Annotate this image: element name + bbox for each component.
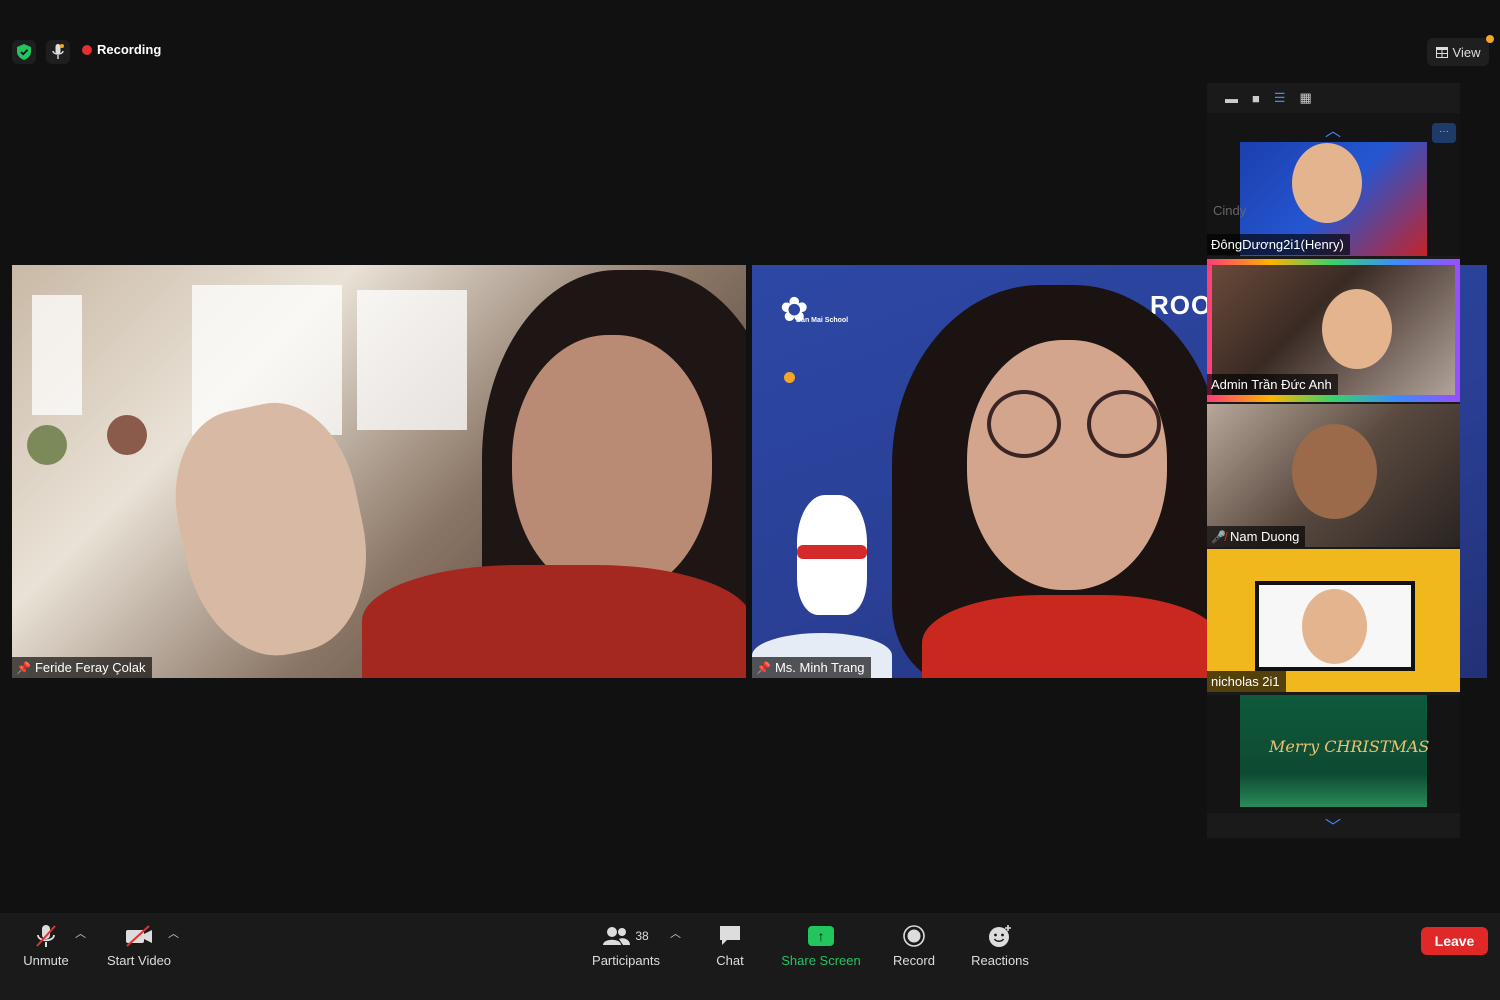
security-shield-icon[interactable] [12,40,36,64]
recording-label: Recording [97,42,162,57]
recording-indicator[interactable]: Recording [82,42,161,57]
participant-name: Nam Duong [1229,529,1300,544]
participant-name: Feride Feray Çolak [34,660,146,675]
share-screen-icon: ↑ [808,926,834,946]
gallery-tile[interactable]: 🎤̸ Nam Duong [1207,404,1460,547]
participant-name-tag: 🎤̸ Nam Duong [1207,526,1306,547]
unmute-label: Unmute [23,953,69,968]
student-figure [107,415,147,455]
start-video-label: Start Video [106,953,172,968]
glasses-left [987,390,1061,458]
minimize-view-icon[interactable]: ▬ [1225,91,1238,106]
reactions-button[interactable]: Reactions [968,913,1032,1000]
top-status-bar: Recording View [0,0,1500,90]
audio-options-caret-icon[interactable]: ︿ [75,925,86,941]
gallery-tile[interactable]: nicholas 2i1 [1207,549,1460,692]
strip-view-options: ▬ ■ ☰ ▦ [1207,83,1460,113]
gallery-tile-active-speaker[interactable]: Admin Trần Đức Anh [1207,259,1460,402]
record-button[interactable]: Record [888,913,940,1000]
reactions-label: Reactions [971,953,1029,968]
gallery-view-icon[interactable]: ▦ [1300,90,1312,106]
bear-scarf [797,545,867,559]
decor-orb [784,372,795,383]
scroll-up-icon[interactable]: ︿ [1325,117,1341,141]
leave-button[interactable]: Leave [1421,927,1488,955]
participant-face [1292,424,1377,519]
single-view-icon[interactable]: ■ [1252,91,1260,106]
participant-name: nicholas 2i1 [1211,674,1280,689]
school-logo-icon: ✿ [780,291,809,329]
participant-name-tag: 📌 Feride Feray Çolak [12,657,152,678]
recording-dot-icon [82,44,92,55]
participants-label: Participants [592,953,660,968]
share-screen-button[interactable]: ↑ Share Screen [778,913,864,1000]
strip-view-icon[interactable]: ☰ [1274,90,1286,106]
reactions-smiley-icon [988,919,1012,953]
audio-status-icon[interactable] [46,40,70,64]
speaker-face [967,340,1167,590]
share-screen-label: Share Screen [781,953,861,968]
video-options-caret-icon[interactable]: ︿ [168,925,179,941]
participants-icon: 38 [603,919,649,953]
glasses-right [1087,390,1161,458]
record-icon [903,919,925,953]
participant-face [1292,143,1362,223]
unmute-button[interactable]: Unmute [20,913,72,1000]
muted-mic-icon: 🎤̸ [1211,529,1226,544]
meeting-toolbar: Unmute ︿ Start Video ︿ 38 Participants ︿… [0,913,1500,1000]
scroll-down-icon[interactable]: ﹀ [1325,813,1341,837]
gallery-strip: ▬ ■ ☰ ▦ ĐôngDương2i1(Henry) Admin Trần Đ… [1207,83,1460,838]
gallery-tile[interactable]: Merry CHRISTMAS [1207,695,1460,813]
participant-face [1302,589,1367,664]
chat-button[interactable]: Chat [710,913,750,1000]
participant-name: Cindy [1213,203,1247,218]
grid-view-icon [1435,46,1448,58]
more-options-icon[interactable]: ··· [1432,123,1456,143]
participant-face [1322,289,1392,369]
participant-name: ĐôngDương2i1(Henry) [1211,237,1344,252]
chat-label: Chat [716,953,744,968]
video-off-icon [125,919,153,953]
christmas-greeting: Merry CHRISTMAS [1269,737,1430,756]
muted-mic-icon [35,919,57,953]
participant-name-tag: ĐôngDương2i1(Henry) [1207,234,1350,255]
participant-count: 38 [635,929,649,943]
participant-name-tag: Admin Trần Đức Anh [1207,374,1338,395]
pin-icon: 📌 [756,660,771,675]
participant-name-tag: nicholas 2i1 [1207,671,1286,692]
student-figure [27,425,67,465]
participants-button[interactable]: 38 Participants [588,913,664,1000]
start-video-button[interactable]: Start Video [104,913,174,1000]
speaker-body [362,565,746,678]
view-button[interactable]: View [1427,38,1489,66]
classroom-window [357,290,467,430]
speaker-face [512,335,712,595]
pin-icon: 📌 [16,660,31,675]
participant-name: Ms. Minh Trang [774,660,865,675]
chat-bubble-icon [718,919,742,953]
school-logo-text: Ban Mai School [796,317,849,324]
record-label: Record [893,953,935,968]
video-tile-feride[interactable]: 📌 Feride Feray Çolak [12,265,746,678]
participant-name-tag: 📌 Ms. Minh Trang [752,657,871,678]
participant-name: Admin Trần Đức Anh [1211,377,1332,392]
classroom-window [32,295,82,415]
participants-options-caret-icon[interactable]: ︿ [670,925,681,941]
view-label: View [1452,44,1481,60]
speaker-body [922,595,1222,678]
notification-dot [1486,35,1494,43]
